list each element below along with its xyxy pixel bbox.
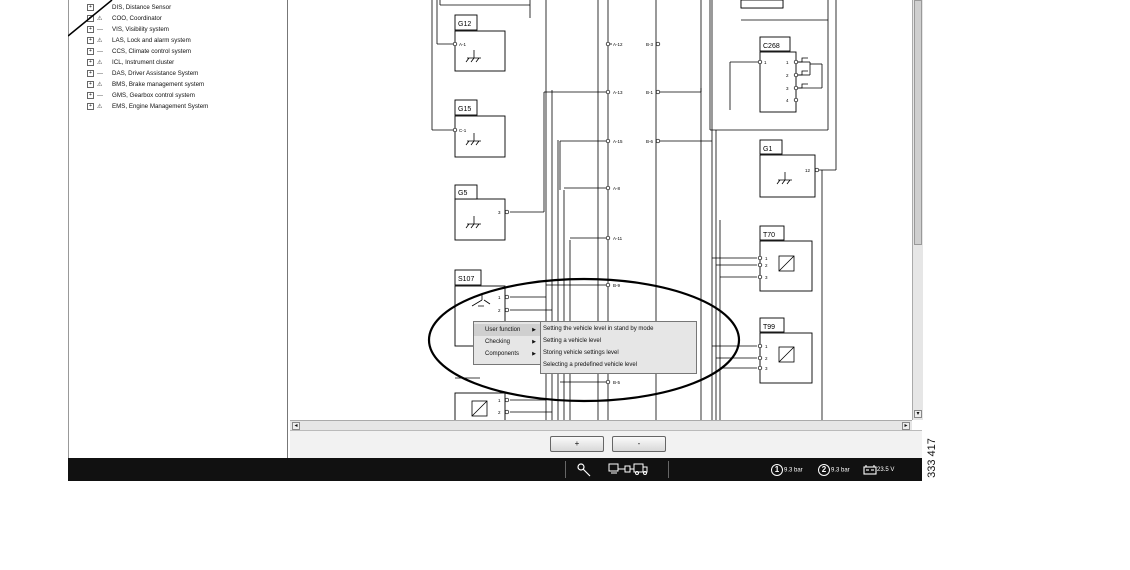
tree-item-icl[interactable]: + ⚠ ICL, Instrument cluster xyxy=(87,57,174,68)
vertical-scrollbar[interactable]: ▾ xyxy=(912,0,923,420)
connector-label: A-11 xyxy=(613,236,623,241)
menu-item-checking[interactable]: Checking ▶ xyxy=(474,336,540,348)
submenu-user-function: Setting the vehicle level in stand by mo… xyxy=(540,321,697,374)
system-tree-panel: +DIS, Distance Sensor +⚠COO, Coordinator… xyxy=(68,0,288,458)
zoom-in-button[interactable]: + xyxy=(550,436,604,452)
tree-item-gms[interactable]: + --- GMS, Gearbox control system xyxy=(87,90,195,101)
component-t99: T99 xyxy=(763,324,775,331)
tree-item-das[interactable]: + --- DAS, Driver Assistance System xyxy=(87,68,198,79)
divider xyxy=(565,461,566,478)
connector-label: A-8 xyxy=(613,186,621,191)
pressure-gauge-1: 1 9.3 bar xyxy=(771,464,803,477)
pressure-gauge-2: 2 9.3 bar xyxy=(818,464,850,477)
connector-label: A-12 xyxy=(613,42,623,47)
chevron-right-icon: ▶ xyxy=(532,339,536,345)
tree-item-ems[interactable]: + ⚠ EMS, Engine Management System xyxy=(87,101,208,112)
pin-label: 12 xyxy=(805,168,811,173)
component-c268: C268 xyxy=(763,43,780,50)
pin-label: C-1 xyxy=(459,128,467,133)
component-g15: G15 xyxy=(458,106,471,113)
connector-label: A-13 xyxy=(613,90,623,95)
component-g5: G5 xyxy=(458,190,467,197)
scroll-left-arrow-icon[interactable]: ◂ xyxy=(292,422,300,430)
tree-item-ccs[interactable]: + --- CCS, Climate control system xyxy=(87,46,191,57)
chevron-right-icon: ▶ xyxy=(532,351,536,357)
connector-label: B-5 xyxy=(613,380,621,385)
connector-label: B-6 xyxy=(646,139,654,144)
expand-icon[interactable]: + xyxy=(87,91,94,99)
expand-icon[interactable]: + xyxy=(87,102,94,110)
wiring-diagram[interactable]: G12 G15 G5 S107 C268 G1 T70 T99 A-1 C-1 … xyxy=(290,0,910,420)
chevron-right-icon: ▶ xyxy=(532,327,536,333)
divider xyxy=(668,461,669,478)
circuit-1-icon: 1 xyxy=(771,464,783,476)
scroll-right-arrow-icon[interactable]: ▸ xyxy=(902,422,910,430)
context-menu: User function ▶ Checking ▶ Components ▶ xyxy=(473,321,541,365)
annotation-pointer-line xyxy=(68,0,113,37)
component-g12: G12 xyxy=(458,21,471,28)
warning-icon: ⚠ xyxy=(97,104,103,110)
zoom-out-button[interactable]: - xyxy=(612,436,666,452)
expand-icon[interactable]: + xyxy=(87,80,94,88)
component-s107: S107 xyxy=(458,276,474,283)
connector-label: A-15 xyxy=(613,139,623,144)
expand-icon[interactable]: + xyxy=(87,58,94,66)
expand-icon[interactable]: + xyxy=(87,69,94,77)
scrollbar-thumb[interactable] xyxy=(914,0,922,245)
submenu-item[interactable]: Storing vehicle settings level xyxy=(541,347,696,359)
connector-label: B-1 xyxy=(646,90,654,95)
vehicle-connection-icon xyxy=(608,463,648,475)
battery-voltage: 23.5 V xyxy=(863,464,894,476)
zoom-toolbar: + - xyxy=(290,430,922,459)
scroll-down-arrow-icon[interactable]: ▾ xyxy=(914,410,922,418)
menu-item-user-function[interactable]: User function ▶ xyxy=(474,324,540,336)
component-g1: G1 xyxy=(763,146,772,153)
circuit-2-icon: 2 xyxy=(818,464,830,476)
tree-item-bms[interactable]: + ⚠ BMS, Brake management system xyxy=(87,79,204,90)
connector-label: B-9 xyxy=(613,283,621,288)
pin-label: A-1 xyxy=(459,42,467,47)
status-bar: 1 9.3 bar 2 9.3 bar 23.5 V xyxy=(68,458,922,481)
expand-icon[interactable]: + xyxy=(87,47,94,55)
submenu-item[interactable]: Selecting a predefined vehicle level xyxy=(541,359,696,371)
figure-number: 333 417 xyxy=(925,438,938,478)
menu-item-components[interactable]: Components ▶ xyxy=(474,348,540,360)
component-t70: T70 xyxy=(763,232,775,239)
submenu-item[interactable]: Setting the vehicle level in stand by mo… xyxy=(541,323,696,335)
battery-icon xyxy=(863,465,877,475)
submenu-item[interactable]: Setting a vehicle level xyxy=(541,335,696,347)
connector-label: B-3 xyxy=(646,42,654,47)
wrench-icon[interactable] xyxy=(576,462,592,477)
